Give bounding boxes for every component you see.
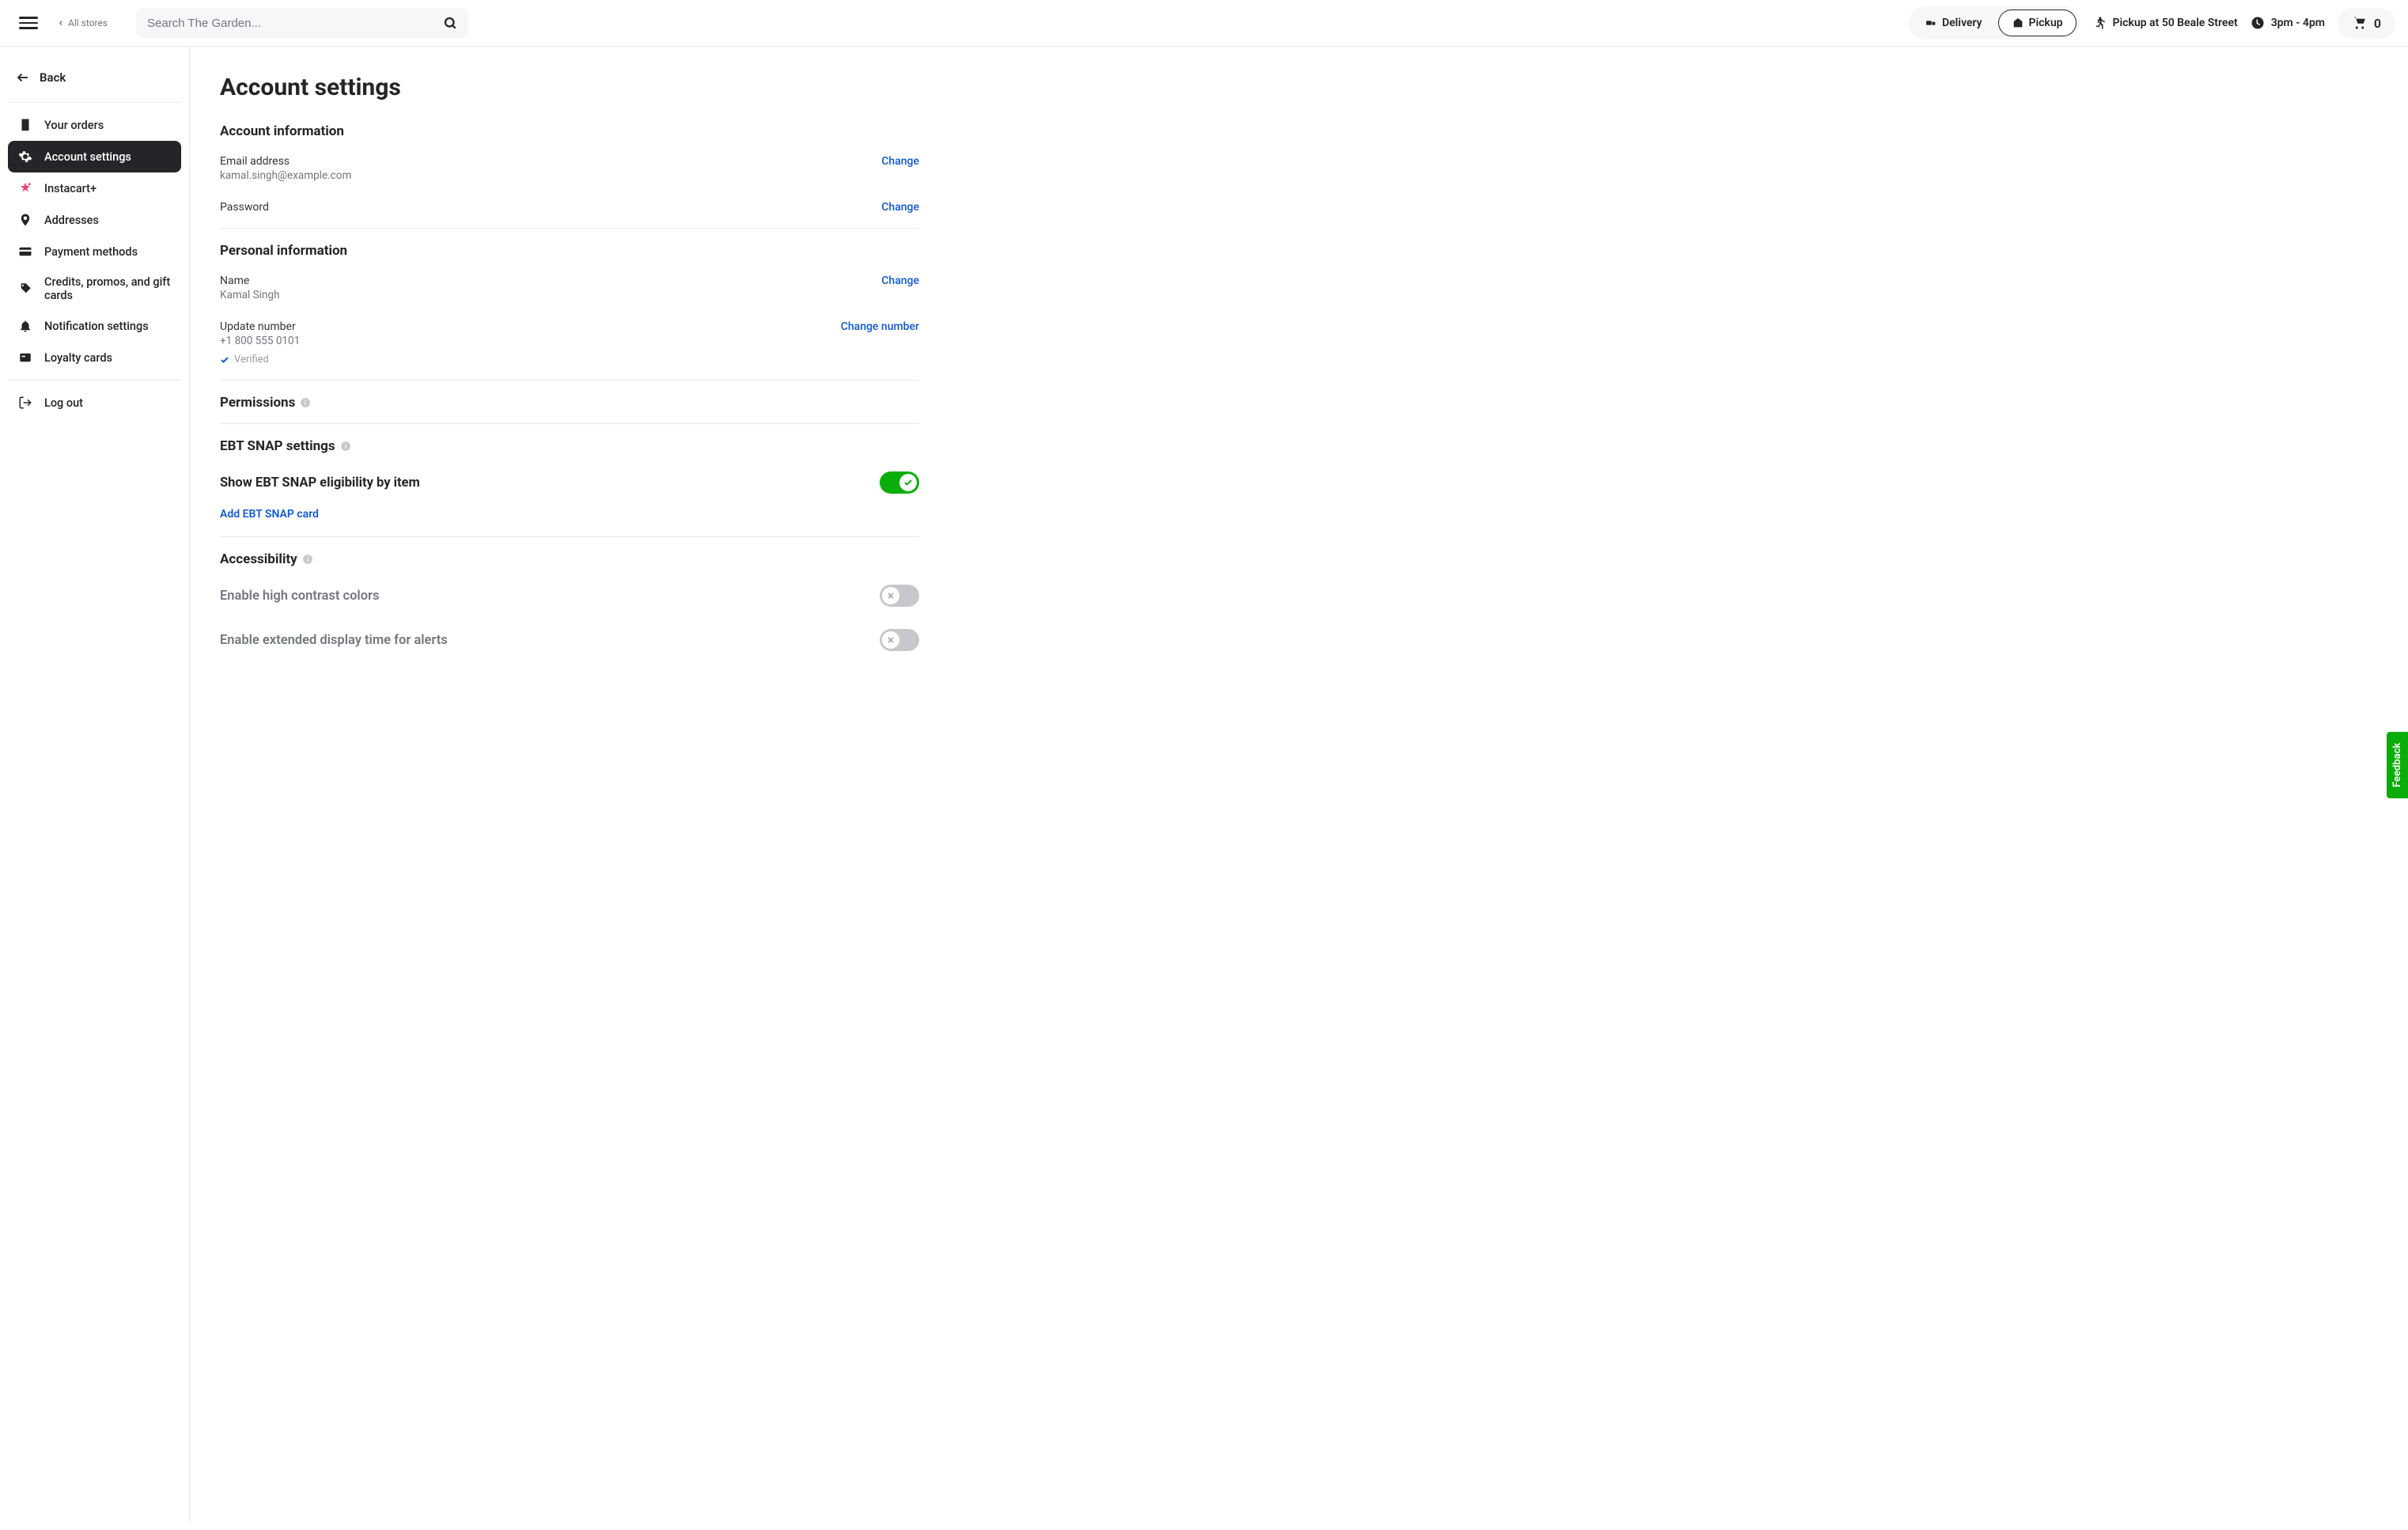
ebt-heading: EBT SNAP settings [220, 438, 919, 454]
email-value: kamal.singh@example.com [220, 169, 351, 182]
walking-icon [2092, 16, 2107, 30]
email-label: Email address [220, 155, 351, 168]
tag-icon [17, 281, 33, 297]
sidebar-item-label: Account settings [44, 150, 131, 164]
sidebar-item-label: Your orders [44, 119, 104, 132]
header: All stores Delivery Pickup Pickup at 50 … [0, 0, 2408, 47]
sidebar-item-notifications[interactable]: Notification settings [8, 310, 181, 342]
sidebar-item-label: Loyalty cards [44, 351, 112, 365]
arrow-left-icon [16, 70, 30, 85]
page-title: Account settings [220, 74, 919, 101]
sidebar-item-account-settings[interactable]: Account settings [8, 141, 181, 172]
sidebar-item-label: Notification settings [44, 320, 149, 333]
sidebar-item-label: Credits, promos, and gift cards [44, 275, 172, 302]
change-name-link[interactable]: Change [881, 275, 919, 287]
sidebar-item-label: Log out [44, 396, 83, 410]
info-icon[interactable] [340, 441, 351, 452]
extended-display-toggle[interactable] [880, 629, 919, 651]
x-icon [886, 635, 895, 645]
name-value: Kamal Singh [220, 289, 279, 301]
delivery-label: Delivery [1942, 17, 1982, 29]
location-pin-icon [17, 212, 33, 228]
delivery-icon [1925, 17, 1937, 29]
divider [8, 380, 181, 381]
account-info-heading: Account information [220, 123, 919, 139]
sidebar-item-addresses[interactable]: Addresses [8, 204, 181, 236]
add-ebt-link[interactable]: Add EBT SNAP card [220, 505, 319, 524]
card-icon [17, 244, 33, 259]
search-icon[interactable] [443, 16, 457, 30]
sidebar-item-logout[interactable]: Log out [8, 387, 181, 418]
high-contrast-toggle[interactable] [880, 585, 919, 607]
sidebar-item-loyalty[interactable]: Loyalty cards [8, 342, 181, 373]
pickup-label: Pickup [2029, 17, 2063, 29]
search-box[interactable] [136, 8, 468, 38]
pickup-location[interactable]: Pickup at 50 Beale Street [2092, 16, 2238, 30]
chevron-left-icon [57, 19, 65, 27]
receipt-icon [17, 117, 33, 133]
cart-icon [2352, 16, 2368, 30]
cart-count: 0 [2374, 16, 2381, 31]
search-input[interactable] [147, 17, 443, 30]
sidebar-item-orders[interactable]: Your orders [8, 109, 181, 141]
pickup-pill[interactable]: Pickup [1998, 9, 2077, 36]
menu-icon[interactable] [19, 13, 38, 32]
change-number-link[interactable]: Change number [841, 320, 919, 333]
instacart-plus-icon [17, 180, 33, 196]
change-email-link[interactable]: Change [881, 155, 919, 168]
logout-icon [17, 395, 33, 411]
loyalty-card-icon [17, 350, 33, 365]
pickup-time[interactable]: 3pm - 4pm [2251, 16, 2325, 30]
sidebar-item-instacart-plus[interactable]: Instacart+ [8, 172, 181, 204]
sidebar-item-credits[interactable]: Credits, promos, and gift cards [8, 267, 181, 310]
all-stores-link[interactable]: All stores [57, 17, 108, 28]
password-label: Password [220, 201, 269, 214]
cart-button[interactable]: 0 [2338, 8, 2395, 39]
verified-label: Verified [234, 354, 269, 365]
phone-label: Update number [220, 320, 300, 333]
phone-value: +1 800 555 0101 [220, 335, 300, 347]
info-icon[interactable] [300, 397, 311, 408]
ebt-show-label: Show EBT SNAP eligibility by item [220, 475, 420, 490]
personal-info-heading: Personal information [220, 243, 919, 259]
delivery-pill[interactable]: Delivery [1912, 10, 1995, 36]
high-contrast-label: Enable high contrast colors [220, 589, 379, 604]
gear-icon [17, 149, 33, 165]
sidebar: Back Your orders Account settings Instac… [0, 47, 190, 1523]
pickup-icon [2012, 17, 2024, 29]
sidebar-item-label: Payment methods [44, 245, 138, 259]
back-label: Back [40, 70, 66, 85]
check-icon [220, 355, 229, 365]
fulfillment-toggle: Delivery Pickup [1909, 6, 2080, 40]
change-password-link[interactable]: Change [881, 201, 919, 214]
location-label: Pickup at 50 Beale Street [2113, 17, 2238, 29]
name-label: Name [220, 275, 279, 287]
check-icon [903, 478, 913, 487]
sidebar-item-payment[interactable]: Payment methods [8, 236, 181, 267]
ebt-toggle[interactable] [880, 471, 919, 494]
extended-display-label: Enable extended display time for alerts [220, 633, 448, 648]
main-content: Account settings Account information Ema… [190, 47, 949, 1523]
info-icon[interactable] [302, 554, 313, 565]
time-label: 3pm - 4pm [2271, 17, 2325, 29]
verified-badge: Verified [220, 354, 300, 365]
permissions-heading: Permissions [220, 395, 919, 411]
sidebar-item-label: Addresses [44, 214, 99, 227]
feedback-tab[interactable]: Feedback [2387, 732, 2408, 798]
divider [8, 102, 181, 103]
accessibility-heading: Accessibility [220, 551, 919, 567]
all-stores-label: All stores [68, 17, 108, 28]
bell-icon [17, 318, 33, 334]
sidebar-item-label: Instacart+ [44, 182, 97, 195]
clock-icon [2251, 16, 2265, 30]
back-link[interactable]: Back [8, 59, 181, 96]
x-icon [886, 591, 895, 600]
